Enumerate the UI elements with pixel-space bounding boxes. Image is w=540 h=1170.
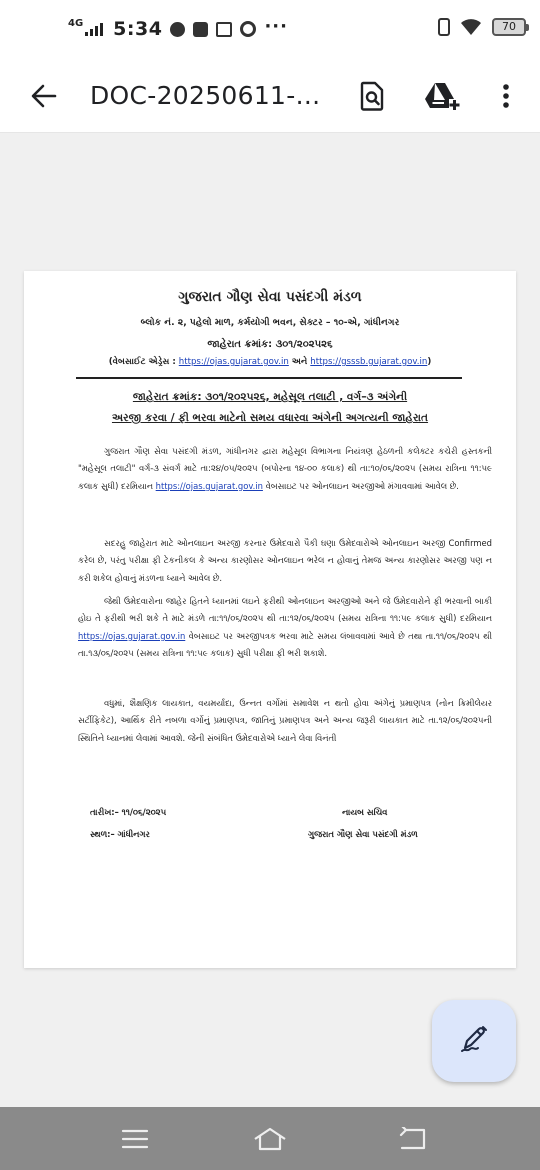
notice-number: જાહેરાત ક્રમાંક: ૩૦૧/૨૦૨૫૨૬	[207, 339, 333, 350]
home-icon[interactable]	[250, 1119, 290, 1159]
facebook-icon	[193, 21, 209, 37]
more-vert-icon[interactable]	[484, 74, 528, 118]
notification-icon	[170, 21, 186, 37]
notice-subject: જાહેરાત ક્રમાંક: ૩૦૧/૨૦૨૫૨૬, મહેસૂલ તલાટ…	[78, 387, 462, 429]
subject-line-2: અરજી કરવા / ફી ભરવા માટેનો સમય વધારવા અં…	[111, 412, 429, 424]
divider	[76, 377, 462, 379]
status-bar: 4G 5:34 ··· 70	[0, 0, 540, 60]
clock: 5:34	[113, 18, 163, 40]
subject-line-1: જાહેરાત ક્રમાંક: ૩૦૧/૨૦૨૫૨૬, મહેસૂલ તલાટ…	[132, 391, 408, 403]
app-toolbar: DOC-20250611-...	[0, 60, 540, 133]
network-type: 4G	[68, 17, 84, 29]
paragraph-2: સદરહુ જાહેરાત માટે ઓનલાઇન અરજી કરનાર ઉમે…	[78, 538, 492, 583]
signal-icon	[85, 22, 104, 36]
signatory-org: ગુજરાત ગૌણ સેવા પસંદગી મંડળ	[308, 829, 418, 839]
signatory-title: નાયબ સચિવ	[342, 807, 388, 817]
system-nav-bar	[0, 1107, 540, 1170]
menu-icon[interactable]	[115, 1119, 155, 1159]
org-name: ગુજરાત ગૌણ સેવા પસંદગી મંડળ	[178, 289, 362, 305]
wifi-icon	[460, 18, 482, 36]
battery-level: 70	[492, 18, 529, 36]
website-line: (વેબસાઈટ એડ્રેસ : https://ojas.gujarat.g…	[108, 357, 432, 367]
search-document-icon[interactable]	[350, 74, 394, 118]
date-label: તારીખ:– ૧૧/૦૬/૨૦૨૫	[90, 807, 167, 817]
back-icon[interactable]	[392, 1119, 432, 1159]
edit-pencil-icon	[459, 1024, 489, 1058]
pdf-page: ગુજરાત ગૌણ સેવા પસંદગી મંડળ બ્લોક નં. ૨,…	[24, 271, 516, 968]
chrome-icon	[240, 21, 257, 37]
paragraph-1-link[interactable]: https://ojas.gujarat.gov.in	[156, 481, 263, 491]
paragraph-3-link[interactable]: https://ojas.gujarat.gov.in	[78, 631, 185, 641]
edit-fab-button[interactable]	[432, 1000, 516, 1082]
add-to-drive-icon[interactable]	[420, 74, 464, 118]
paragraph-1: ગુજરાત ગૌણ સેવા પસંદગી મંડળ, ગાંધીનગર દ્…	[78, 446, 492, 491]
more-notifications-icon: ···	[264, 15, 288, 37]
document-viewer[interactable]: ગુજરાત ગૌણ સેવા પસંદગી મંડળ બ્લોક નં. ૨,…	[0, 133, 540, 1107]
document-title: DOC-20250611-...	[90, 81, 321, 110]
gsssb-link[interactable]: https://gsssb.gujarat.gov.in	[310, 357, 427, 367]
place-label: સ્થળ:– ગાંધીનગર	[90, 829, 150, 839]
paragraph-4: વધુમાં, શૈક્ષણિક લાયકાત, વયમર્યાદા, ઉન્ન…	[78, 698, 492, 743]
vibrate-icon	[438, 18, 450, 36]
back-arrow-icon[interactable]	[22, 74, 66, 118]
gallery-icon	[216, 21, 233, 37]
org-address: બ્લોક નં. ૨, પહેલો માળ, કર્મયોગી ભવન, સે…	[140, 317, 400, 328]
paragraph-3: જેથી ઉમેદવારોના જાહેર હિતને ધ્યાનમાં લઇન…	[78, 596, 492, 659]
ojas-link[interactable]: https://ojas.gujarat.gov.in	[179, 357, 289, 367]
